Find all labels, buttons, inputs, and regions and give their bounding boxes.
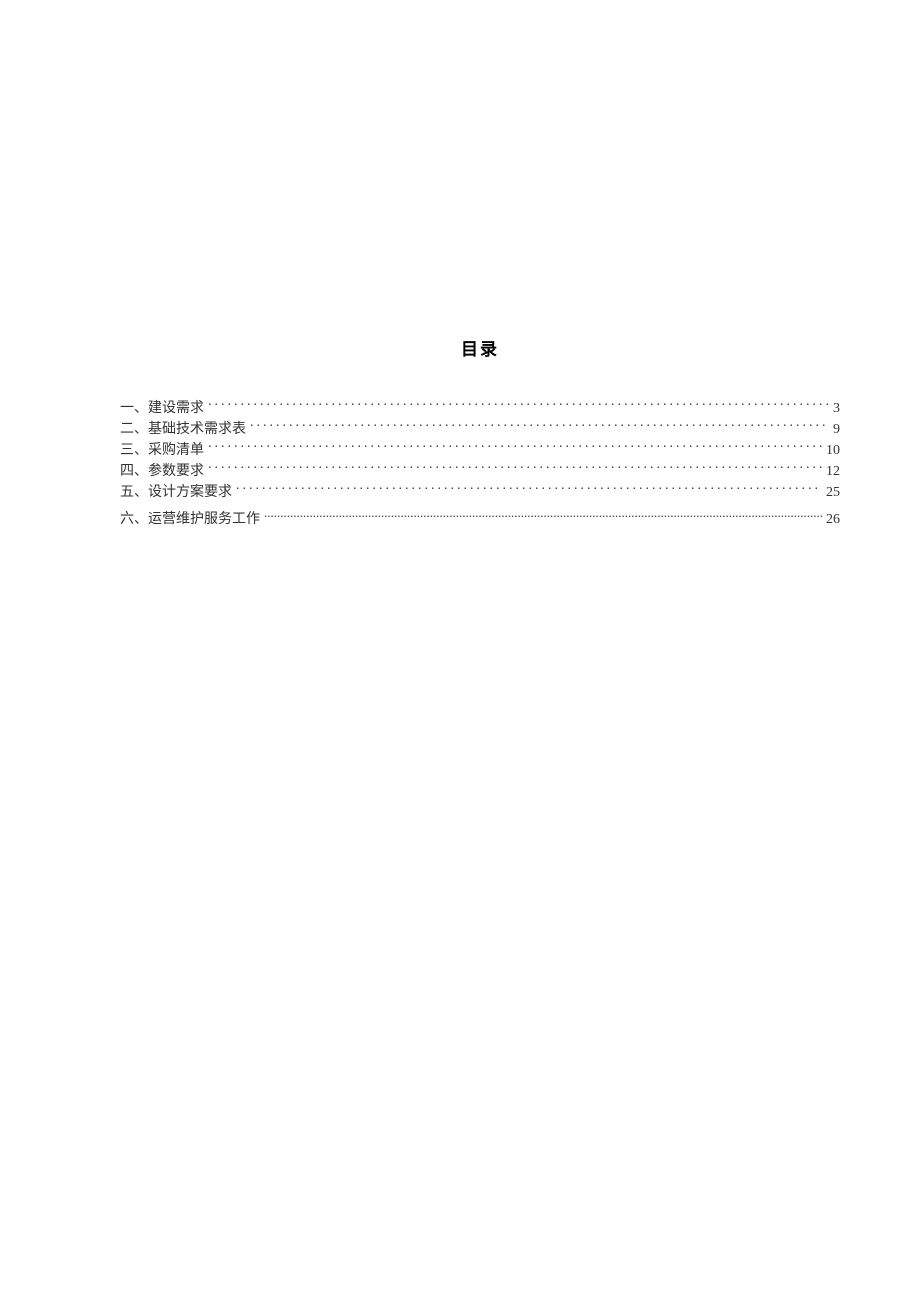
toc-leader-dots	[264, 509, 822, 523]
toc-leader-dots	[208, 461, 822, 475]
toc-leader-dots	[236, 482, 822, 496]
toc-entry: 二、基础技术需求表 9	[120, 419, 840, 440]
toc-entry-label: 三、采购清单	[120, 440, 208, 461]
toc-entry-label: 四、参数要求	[120, 461, 208, 482]
toc-entry-page: 25	[822, 482, 840, 503]
toc-entry: 一、建设需求 3	[120, 398, 840, 419]
page-container: 目录 一、建设需求 3 二、基础技术需求表 9 三、采购清单 10 四、参数要求…	[0, 0, 920, 530]
toc-entry-label: 六、运营维护服务工作	[120, 509, 264, 530]
toc-entry-label: 一、建设需求	[120, 398, 208, 419]
toc-leader-dots	[208, 398, 829, 412]
toc-entry: 五、设计方案要求 25	[120, 482, 840, 503]
toc-entry-page: 9	[829, 419, 840, 440]
toc-entry-label: 五、设计方案要求	[120, 482, 236, 503]
toc-entry-page: 10	[822, 440, 840, 461]
toc-entry: 四、参数要求 12	[120, 461, 840, 482]
toc-entry-label: 二、基础技术需求表	[120, 419, 250, 440]
toc-entry: 六、运营维护服务工作 26	[120, 509, 840, 530]
toc-entry-page: 12	[822, 461, 840, 482]
toc-entry-page: 26	[822, 509, 840, 530]
toc-entry-page: 3	[829, 398, 840, 419]
toc-list: 一、建设需求 3 二、基础技术需求表 9 三、采购清单 10 四、参数要求 12…	[120, 398, 840, 530]
toc-leader-dots	[208, 440, 822, 454]
toc-title: 目录	[120, 335, 840, 360]
toc-leader-dots	[250, 419, 829, 433]
toc-entry: 三、采购清单 10	[120, 440, 840, 461]
